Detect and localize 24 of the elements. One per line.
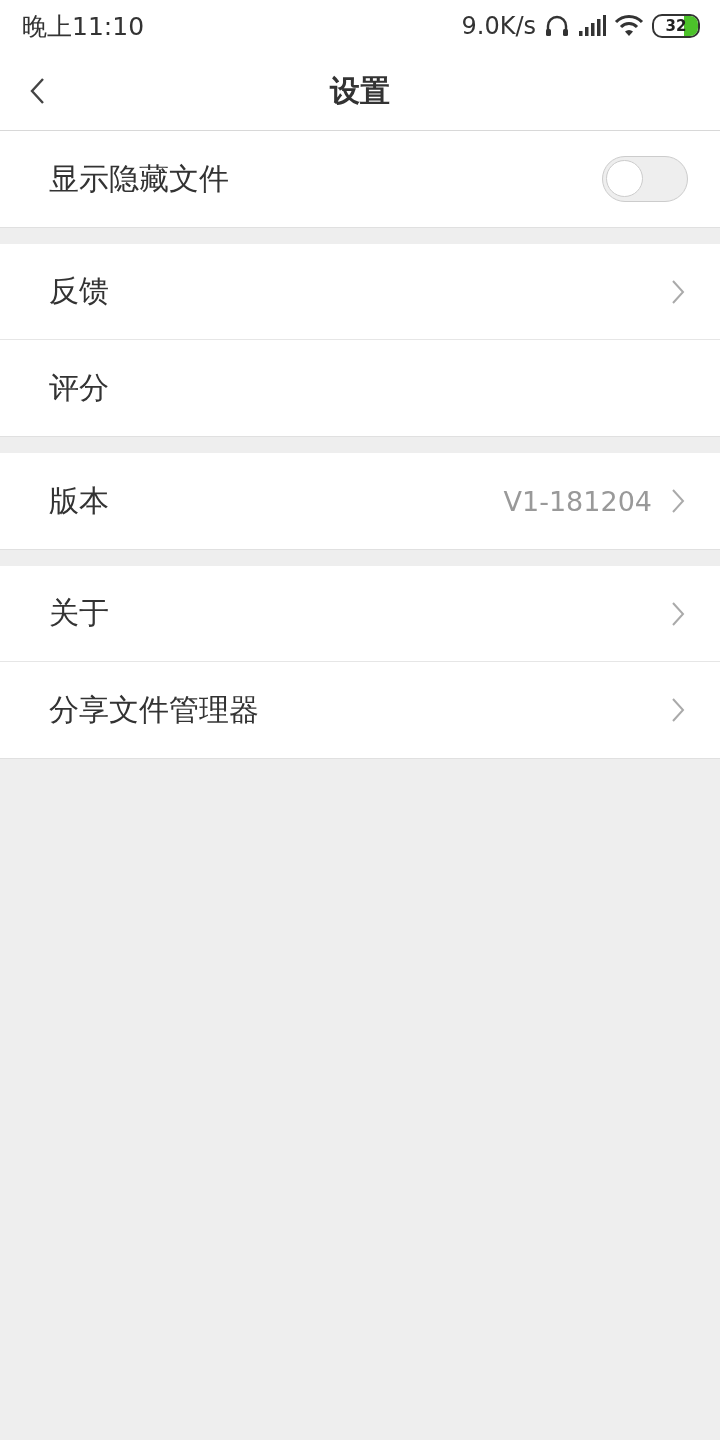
settings-row[interactable]: 反馈 <box>0 244 720 340</box>
signal-icon <box>578 15 606 37</box>
wifi-icon <box>614 14 644 38</box>
chevron-icon <box>670 697 686 723</box>
row-label: 分享文件管理器 <box>49 690 260 729</box>
page-title: 设置 <box>330 71 390 110</box>
settings-row[interactable]: 关于 <box>0 566 720 662</box>
chevron-icon <box>670 278 686 305</box>
network-speed: 9.0K/s <box>461 12 536 40</box>
chevron-icon <box>670 600 686 627</box>
chevron-icon <box>670 488 686 514</box>
settings-row[interactable]: 显示隐藏文件 <box>0 131 720 227</box>
row-label: 版本 <box>49 481 110 520</box>
status-time: 晚上11:10 <box>22 10 145 43</box>
settings-row[interactable]: 版本 V1-181204 <box>0 453 720 549</box>
row-label: 评分 <box>49 368 110 407</box>
settings-row[interactable]: 分享文件管理器 <box>0 662 720 758</box>
row-label: 反馈 <box>49 272 110 310</box>
toggle-switch[interactable] <box>602 156 688 202</box>
version-value: V1-181204 <box>503 485 652 517</box>
row-label: 关于 <box>49 594 110 632</box>
settings-row[interactable]: 评分 <box>0 340 720 436</box>
row-label: 显示隐藏文件 <box>49 159 230 198</box>
headphones-icon <box>544 14 570 38</box>
